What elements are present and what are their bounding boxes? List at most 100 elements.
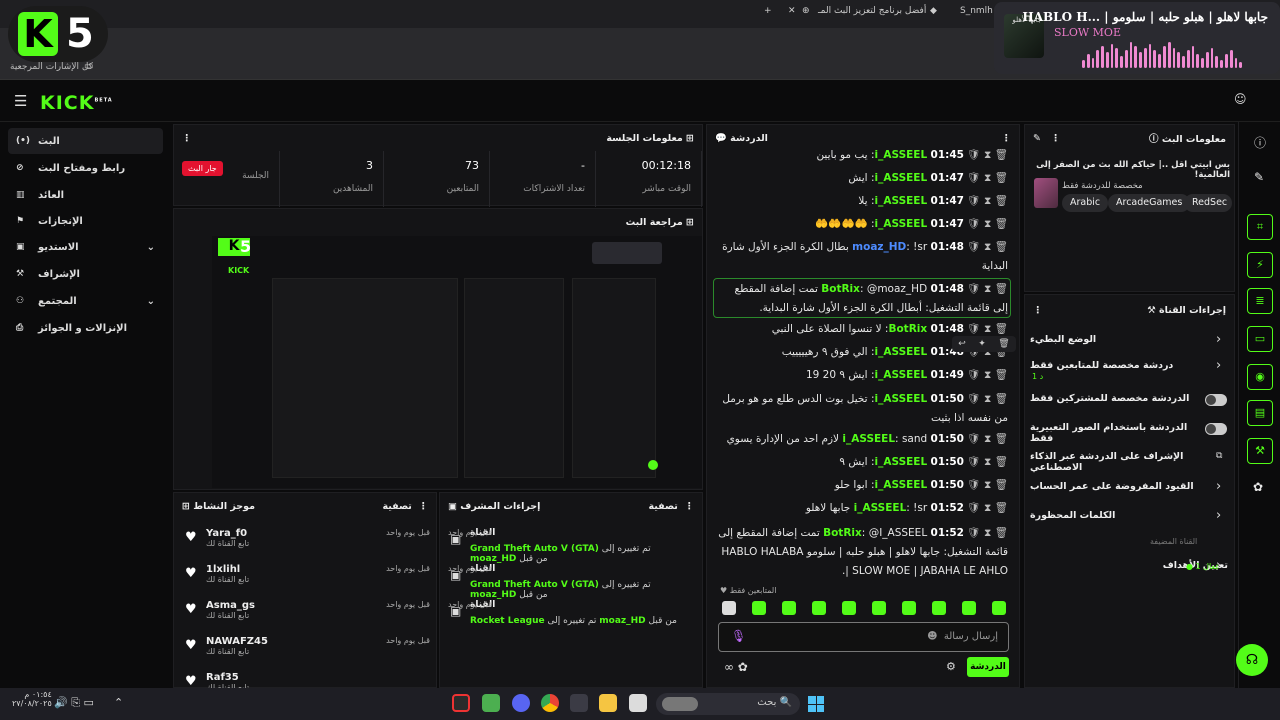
chat-username[interactable]: i_ASSEEL xyxy=(875,172,928,184)
panel-toggle-list[interactable]: ≣ xyxy=(1247,288,1273,314)
activity-username[interactable]: NAWAFZ45 xyxy=(206,636,268,647)
tab-2[interactable]: أفضل برنامج لتعزيز البث المـ xyxy=(818,6,926,16)
emote-icon[interactable] xyxy=(782,601,796,615)
activity-username[interactable]: Yara_f0 xyxy=(206,528,249,539)
chat-username[interactable]: i_ASSEEL xyxy=(875,346,928,358)
emote-icon[interactable] xyxy=(992,601,1006,615)
chat-username[interactable]: i_ASSEEL xyxy=(875,479,928,491)
taskbar-app-green-icon[interactable] xyxy=(482,694,500,712)
mod-user[interactable]: moaz_HD xyxy=(470,554,516,564)
channel-action-label[interactable]: الكلمات المحظورة xyxy=(1030,510,1200,521)
activity-username[interactable]: Raf35 xyxy=(206,672,249,683)
panel-toggle-info[interactable]: ▤ xyxy=(1247,400,1273,426)
tray-expand-icon[interactable]: ⌃ xyxy=(114,696,123,709)
activity-username[interactable]: 1lxlihl xyxy=(206,564,249,575)
delete-icon[interactable]: 🗑 xyxy=(998,339,1009,349)
emote-icon[interactable] xyxy=(722,601,736,615)
taskbar-app-chrome-icon[interactable] xyxy=(541,694,559,712)
media-notification[interactable]: جابها لأهلو HABLO H... | جابها لاهلو | ه… xyxy=(994,2,1280,74)
emote-icon[interactable] xyxy=(962,601,976,615)
panel-toggle-chat[interactable]: ▭ xyxy=(1247,326,1273,352)
sidebar-item-2[interactable]: ▥ العائد xyxy=(8,182,163,208)
channel-action-label[interactable]: الدردشة باستخدام الصور التعبيرية فقط xyxy=(1030,422,1200,444)
mod-user[interactable]: moaz_HD xyxy=(599,616,645,626)
taskbar-app-window-icon[interactable] xyxy=(629,694,647,712)
system-tray-icons[interactable]: 🔊 ⎘ ▭ xyxy=(54,696,94,710)
chat-username[interactable]: BotRix xyxy=(823,527,862,539)
chat-settings-icon[interactable]: ⚙ xyxy=(946,660,956,673)
windows-start-icon[interactable] xyxy=(808,696,824,712)
panel-toggle-mod[interactable]: ⚒ xyxy=(1247,438,1273,464)
taskbar-app-discord-icon[interactable] xyxy=(512,694,530,712)
emote-icon[interactable] xyxy=(872,601,886,615)
chat-username[interactable]: i_ASSEEL xyxy=(875,195,928,207)
external-link-icon[interactable]: ⧉ xyxy=(1216,451,1222,461)
help-button[interactable]: ☊ xyxy=(1236,644,1268,676)
emote-icon[interactable] xyxy=(902,601,916,615)
chevron-right-icon[interactable]: › xyxy=(1216,332,1221,347)
reply-icon[interactable]: ↩ xyxy=(958,339,966,349)
channel-action-label[interactable]: دردشة مخصصة للمتابعين فقط xyxy=(1030,360,1200,371)
taskbar-search[interactable]: بحث 🔍 xyxy=(656,693,800,715)
kebab-icon[interactable]: ⋮ xyxy=(182,133,192,144)
sidebar-item-1[interactable]: ⊘ رابط ومفتاح البث xyxy=(8,155,163,181)
more-panels-icon[interactable]: ✿ xyxy=(1253,480,1263,494)
menu-icon[interactable]: ☰ xyxy=(14,92,27,110)
activity-filter[interactable]: تصفية xyxy=(382,501,411,512)
taskbar-app-explorer-icon[interactable] xyxy=(599,694,617,712)
kick-logo[interactable]: KICKBETA xyxy=(40,92,113,114)
mod-game[interactable]: Grand Theft Auto V (GTA) xyxy=(470,580,599,590)
taskbar-app-store-icon[interactable] xyxy=(570,694,588,712)
chat-username[interactable]: i_ASSEEL xyxy=(875,149,928,161)
toggle-switch[interactable] xyxy=(1205,394,1227,406)
emote-icon[interactable] xyxy=(932,601,946,615)
user-avatar[interactable]: ☺ xyxy=(1234,92,1247,106)
chat-username[interactable]: i_ASSEEL xyxy=(854,502,907,514)
category-thumbnail[interactable] xyxy=(1034,178,1058,208)
sidebar-item-5[interactable]: ⚒ الإشراف xyxy=(8,261,163,287)
tag-redsec[interactable]: RedSec xyxy=(1184,194,1232,212)
chat-username[interactable]: i_ASSEEL xyxy=(875,218,928,230)
edit-icon[interactable]: ✎ xyxy=(1254,170,1264,184)
info-icon[interactable]: ⓘ xyxy=(1254,134,1266,151)
channel-actions-kebab[interactable]: ⋮ xyxy=(1033,305,1043,316)
panel-toggle-1[interactable]: ⌗ xyxy=(1247,214,1273,240)
category-name[interactable]: مخصصة للدردشة فقط xyxy=(1062,181,1143,191)
chat-username[interactable]: i_ASSEEL xyxy=(875,369,928,381)
tab-close-icon[interactable]: ✕ xyxy=(788,6,796,16)
sidebar-item-0[interactable]: (•) البث xyxy=(8,128,163,154)
taskbar-app-obs-icon[interactable] xyxy=(452,694,470,712)
chat-username[interactable]: moaz_HD xyxy=(852,241,906,253)
mod-game[interactable]: Rocket League xyxy=(470,616,545,626)
chat-input[interactable]: ☻ إرسال رسالة 🎙 xyxy=(718,622,1009,652)
chat-tools-icon[interactable]: ∞ ✿ xyxy=(724,660,748,674)
chat-username[interactable]: BotRix xyxy=(821,283,860,295)
tag-arcadegames[interactable]: ArcadeGames xyxy=(1108,194,1191,212)
channel-action-label[interactable]: القيود المفروضة على عمر الحساب xyxy=(1030,481,1200,492)
sidebar-item-3[interactable]: ⚑ الإنجازات xyxy=(8,208,163,234)
chat-username[interactable]: i_ASSEEL xyxy=(875,393,928,405)
mod-user[interactable]: moaz_HD xyxy=(470,590,516,600)
emote-icon[interactable] xyxy=(842,601,856,615)
pin-icon[interactable]: ✦ xyxy=(978,339,986,349)
stream-preview-video[interactable]: K 5 KICK xyxy=(212,236,702,488)
toggle-switch[interactable] xyxy=(1205,423,1227,435)
chat-username[interactable]: i_ASSEEL xyxy=(875,456,928,468)
channel-action-label[interactable]: الدردشة مخصصة للمشتركين فقط xyxy=(1030,393,1200,404)
chat-username[interactable]: BotRix xyxy=(888,323,927,335)
message-actions[interactable]: ↩ ✦ 🗑 xyxy=(952,336,1016,352)
channel-action-label[interactable]: الإشراف على الدردشة عبر الذكاء الاصطناعي xyxy=(1030,451,1200,473)
stream-info-actions[interactable]: ✎ ⋮ xyxy=(1033,133,1060,144)
clock[interactable]: ٠١:٥٤ م ٢٧/٠٨/٢٠٢٥ xyxy=(12,690,52,708)
mic-icon[interactable]: 🎙 xyxy=(731,629,746,643)
channel-action-label[interactable]: الوضع البطيء xyxy=(1030,334,1200,345)
sidebar-item-6[interactable]: ⚇ المجتمع ⌄ xyxy=(8,288,163,314)
emote-icon[interactable] xyxy=(752,601,766,615)
chat-username[interactable]: i_ASSEEL xyxy=(842,433,895,445)
chat-send-button[interactable]: الدردشة xyxy=(967,657,1009,677)
all-bookmarks-label[interactable]: كل الإشارات المرجعية xyxy=(10,62,93,72)
chat-kebab-icon[interactable]: ⋮ xyxy=(1002,133,1012,144)
panel-toggle-live[interactable]: ◉ xyxy=(1247,364,1273,390)
chevron-right-icon[interactable]: › xyxy=(1216,508,1221,523)
chevron-right-icon[interactable]: › xyxy=(1216,358,1221,373)
